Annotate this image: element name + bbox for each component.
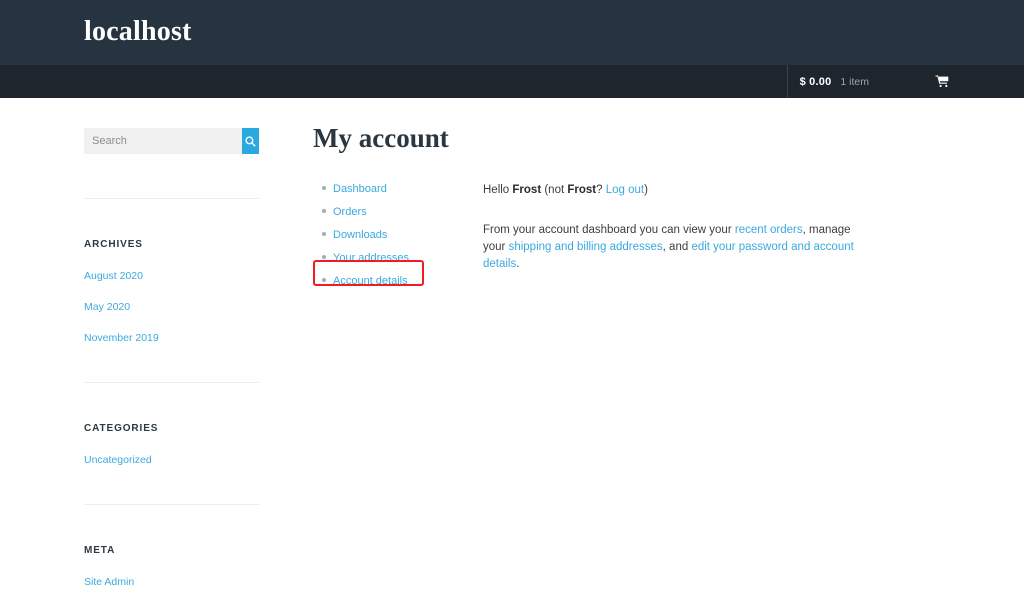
page-body: ARCHIVES August 2020 May 2020 November 2… bbox=[0, 98, 1024, 607]
sidebar-link-may-2020[interactable]: May 2020 bbox=[84, 301, 130, 313]
list-item: Downloads bbox=[333, 228, 489, 241]
list-item: November 2019 bbox=[84, 328, 259, 346]
greeting-prefix: Hello bbox=[483, 184, 512, 196]
page-title: My account bbox=[313, 122, 449, 154]
widget-categories: CATEGORIES Uncategorized bbox=[84, 423, 259, 468]
sidebar-link-november-2019[interactable]: November 2019 bbox=[84, 332, 159, 344]
list-item: Orders bbox=[333, 205, 489, 218]
greeting-name-2: Frost bbox=[567, 184, 596, 196]
greeting-middle: (not bbox=[541, 184, 567, 196]
recent-orders-link[interactable]: recent orders bbox=[735, 224, 803, 236]
shipping-billing-addresses-link[interactable]: shipping and billing addresses bbox=[509, 241, 663, 253]
logout-link[interactable]: Log out bbox=[606, 184, 644, 196]
account-nav-dashboard[interactable]: Dashboard bbox=[333, 183, 387, 195]
account-dashboard-content: Hello Frost (not Frost? Log out) From yo… bbox=[483, 182, 858, 273]
widget-title-categories: CATEGORIES bbox=[84, 423, 259, 434]
list-item: Site Admin bbox=[84, 572, 259, 590]
widget-title-archives: ARCHIVES bbox=[84, 239, 259, 250]
sidebar-divider-1 bbox=[84, 198, 259, 199]
site-header: localhost bbox=[0, 0, 1024, 65]
list-item: Uncategorized bbox=[84, 450, 259, 468]
desc-part-3: , and bbox=[663, 241, 692, 253]
account-navigation: Dashboard Orders Downloads Your addresse… bbox=[319, 182, 489, 297]
meta-list: Site Admin Log out Entries feed Comments… bbox=[84, 572, 259, 607]
site-title[interactable]: localhost bbox=[84, 16, 192, 48]
search-button[interactable] bbox=[242, 128, 259, 154]
widget-archives: ARCHIVES August 2020 May 2020 November 2… bbox=[84, 239, 259, 346]
search-input[interactable] bbox=[84, 128, 242, 154]
sidebar-divider-3 bbox=[84, 504, 259, 505]
list-item: Account details bbox=[333, 274, 489, 287]
list-item: Your addresses bbox=[333, 251, 489, 264]
shopping-cart-icon bbox=[935, 75, 949, 88]
widget-meta: META Site Admin Log out Entries feed Com… bbox=[84, 545, 259, 607]
account-nav-downloads[interactable]: Downloads bbox=[333, 229, 387, 241]
sidebar-divider-2 bbox=[84, 382, 259, 383]
list-item: August 2020 bbox=[84, 266, 259, 284]
list-item: May 2020 bbox=[84, 297, 259, 315]
sidebar-link-uncategorized[interactable]: Uncategorized bbox=[84, 454, 152, 466]
cart-total: $ 0.00 bbox=[800, 76, 832, 88]
account-nav-orders[interactable]: Orders bbox=[333, 206, 367, 218]
search-form bbox=[84, 128, 259, 154]
list-item: Dashboard bbox=[333, 182, 489, 195]
account-nav-account-details[interactable]: Account details bbox=[333, 275, 408, 287]
search-icon bbox=[245, 136, 256, 147]
archives-list: August 2020 May 2020 November 2019 bbox=[84, 266, 259, 346]
dashboard-description: From your account dashboard you can view… bbox=[483, 222, 858, 273]
list-item: Log out bbox=[84, 603, 259, 607]
greeting-name: Frost bbox=[512, 184, 541, 196]
desc-part-4: . bbox=[516, 258, 519, 270]
cart-icon-button[interactable] bbox=[935, 65, 949, 98]
widget-title-meta: META bbox=[84, 545, 259, 556]
greeting-suffix: ) bbox=[644, 184, 648, 196]
sidebar-link-august-2020[interactable]: August 2020 bbox=[84, 270, 143, 282]
desc-part-1: From your account dashboard you can view… bbox=[483, 224, 735, 236]
sidebar-link-site-admin[interactable]: Site Admin bbox=[84, 576, 134, 588]
cart-item-count: 1 item bbox=[840, 76, 869, 88]
greeting-question: ? bbox=[596, 184, 606, 196]
account-nav-your-addresses[interactable]: Your addresses bbox=[333, 252, 409, 264]
secondary-cart-bar: $ 0.00 1 item bbox=[0, 65, 1024, 98]
cart-summary[interactable]: $ 0.00 1 item bbox=[787, 65, 869, 98]
sidebar: ARCHIVES August 2020 May 2020 November 2… bbox=[84, 128, 259, 607]
categories-list: Uncategorized bbox=[84, 450, 259, 468]
greeting-text: Hello Frost (not Frost? Log out) bbox=[483, 182, 858, 198]
